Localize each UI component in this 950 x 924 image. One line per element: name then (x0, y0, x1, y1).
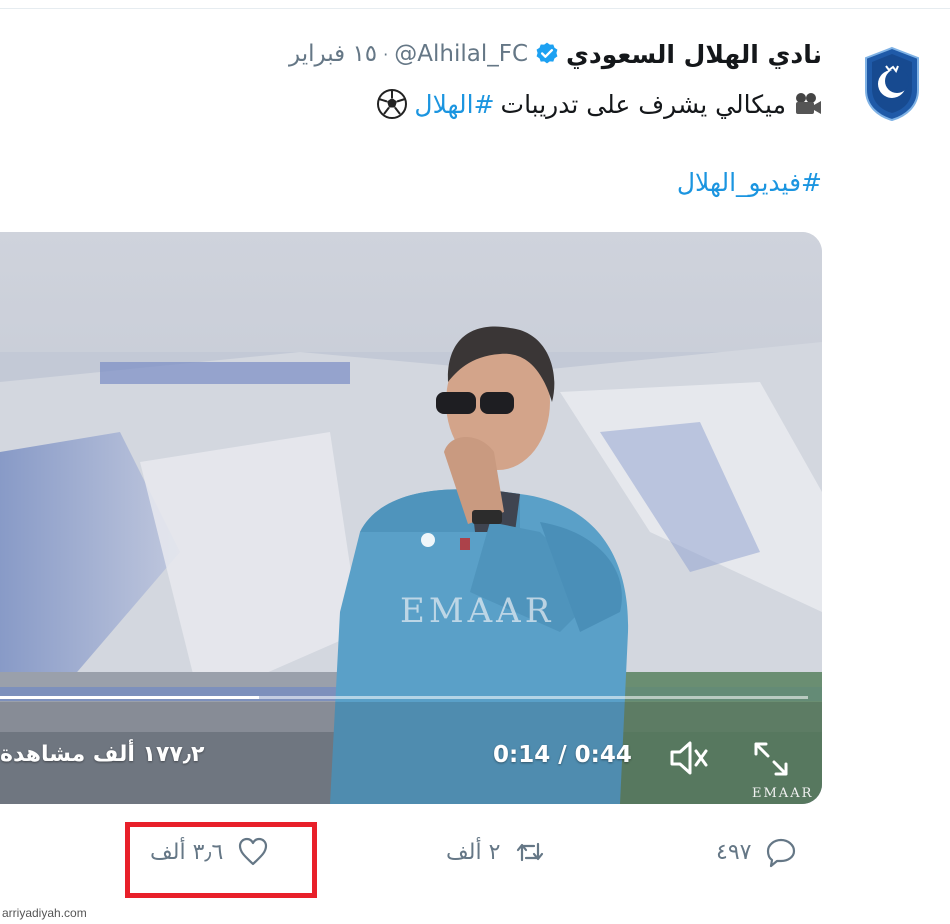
top-divider (0, 8, 950, 9)
retweet-icon (517, 842, 544, 862)
retweet-action[interactable]: ٢ ألف (446, 832, 546, 872)
video-player[interactable]: EMAAR (0, 232, 822, 804)
video-camera-icon (796, 93, 821, 114)
shirt-sponsor-text: EMAAR (400, 591, 554, 631)
tweet-header: نادي الهلال السعودي @Alhilal_FC · ١٥ فبر… (289, 38, 822, 70)
fullscreen-icon[interactable] (750, 738, 792, 780)
video-corner-logo: EMAAR (752, 786, 814, 801)
likes-highlight-box (125, 822, 317, 898)
club-logo-avatar[interactable] (862, 46, 922, 122)
account-name[interactable]: نادي الهلال السعودي (566, 40, 822, 69)
reply-icon (767, 838, 796, 868)
reply-count: ٤٩٧ (716, 839, 752, 865)
video-frame: EMAAR (0, 232, 822, 804)
source-watermark: arriyadiyah.com (2, 906, 87, 920)
video-progress-bar[interactable] (0, 696, 808, 699)
reply-action[interactable]: ٤٩٧ (716, 832, 797, 872)
account-handle[interactable]: @Alhilal_FC (394, 41, 528, 67)
soccer-ball-icon (377, 89, 408, 119)
video-view-count: ١٧٧٫٢ ألف مشاهدة (0, 742, 205, 767)
tweet-text: ميكالي يشرف على تدريبات (500, 89, 786, 119)
retweet-count: ٢ ألف (446, 839, 501, 865)
video-time: 0:14 / 0:44 (493, 742, 632, 768)
hashtag-link-alhilal[interactable]: #الهلال (414, 90, 494, 119)
verified-badge-icon (536, 42, 558, 64)
header-separator: · (383, 44, 389, 64)
tweet-text-line: ميكالي يشرف على تدريبات #الهلال (376, 86, 822, 122)
volume-muted-icon[interactable] (668, 738, 712, 778)
tweet-date[interactable]: ١٥ فبراير (289, 41, 377, 67)
video-progress-fill (0, 696, 259, 699)
hashtag-link-video[interactable]: #فيديو_الهلال (677, 168, 822, 197)
